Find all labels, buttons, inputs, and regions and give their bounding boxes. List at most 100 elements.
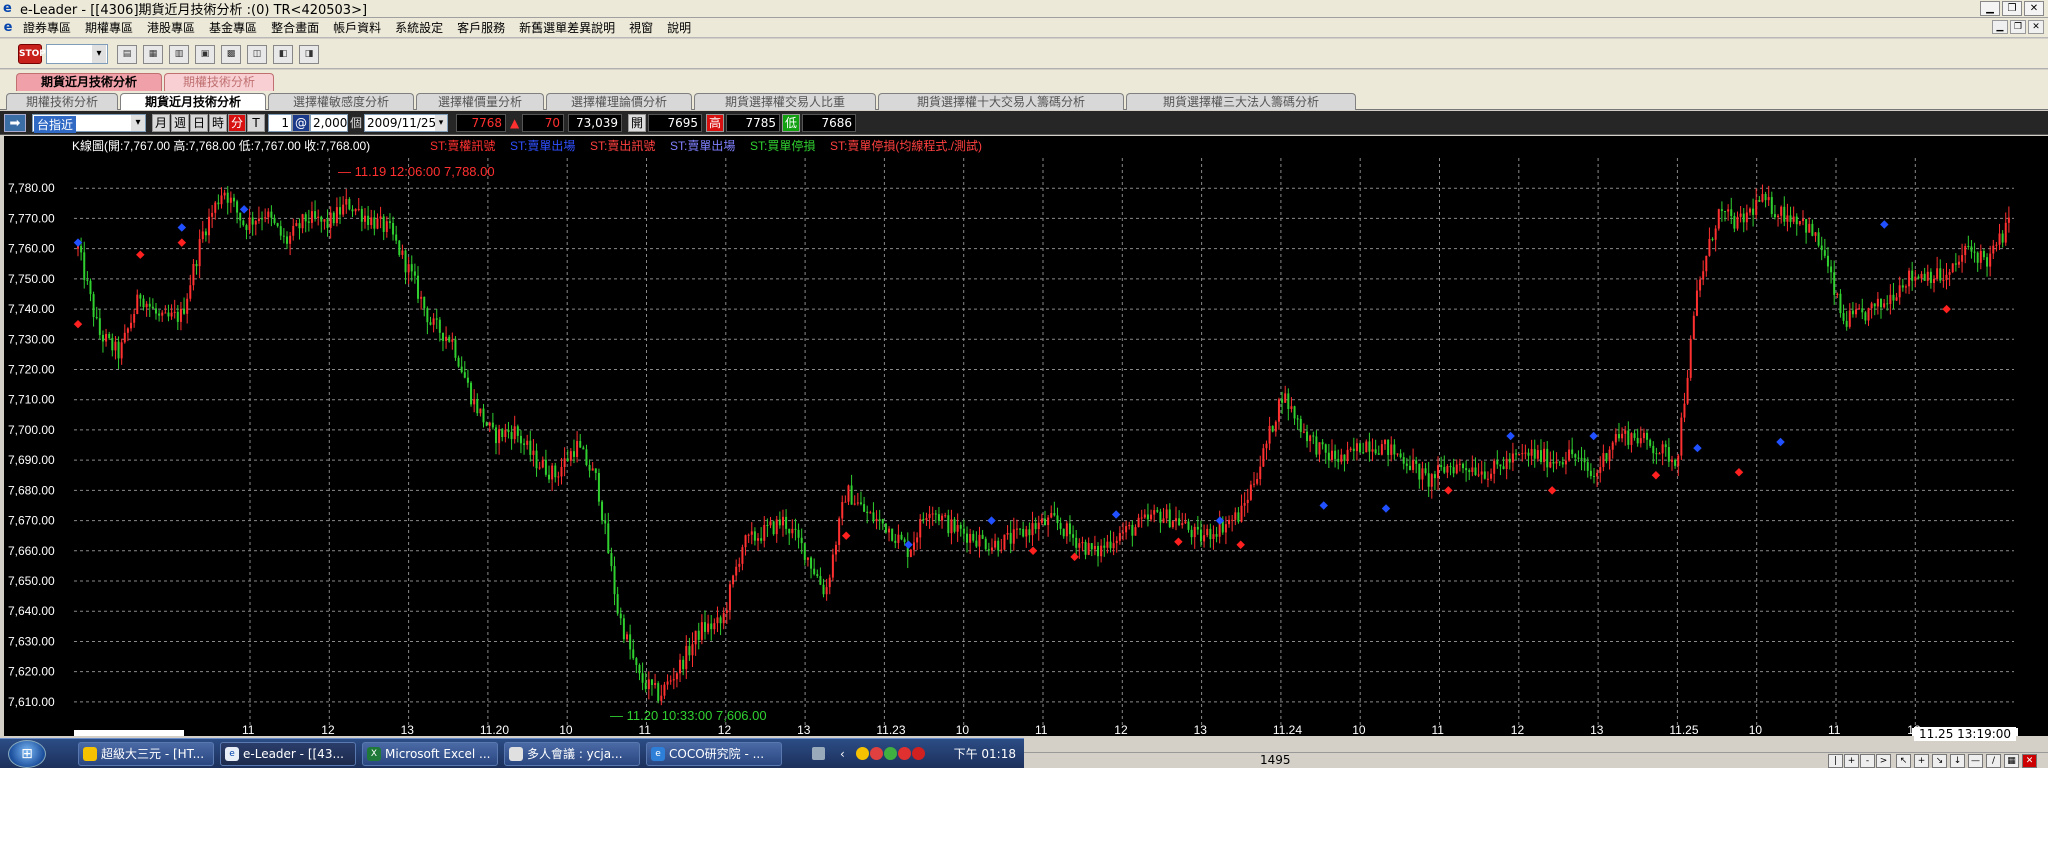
menu-differences[interactable]: 新舊選單差異說明 bbox=[512, 19, 622, 36]
candle-body bbox=[1190, 529, 1193, 538]
close-button[interactable]: ✕ bbox=[2024, 1, 2044, 16]
candle-body bbox=[354, 209, 357, 212]
candle-body bbox=[1019, 528, 1022, 530]
menu-help[interactable]: 說明 bbox=[660, 19, 698, 36]
candle-body bbox=[460, 366, 463, 373]
menu-account[interactable]: 帳戶資料 bbox=[326, 19, 388, 36]
count-input[interactable]: 2,000 bbox=[310, 114, 348, 132]
tab-options-analysis[interactable]: 期權技術分析 bbox=[164, 73, 274, 91]
candle-body bbox=[1970, 246, 1973, 252]
kline-chart[interactable]: 7,780.00 7,770.00 7,760.00 7,750.00 7,740.00… bbox=[4, 136, 2048, 741]
clear-tool-icon[interactable]: ✕ bbox=[2022, 754, 2037, 768]
subtab-institutional[interactable]: 期貨選擇權三大法人籌碼分析 bbox=[1126, 93, 1356, 110]
period-minute-button[interactable]: 分 bbox=[228, 114, 246, 132]
period-week-button[interactable]: 週 bbox=[171, 114, 189, 132]
date-dropdown-icon[interactable]: ▾ bbox=[435, 115, 447, 131]
period-tick-button[interactable]: T bbox=[247, 114, 265, 132]
candle-body bbox=[613, 566, 616, 595]
toolbar-combo[interactable] bbox=[46, 44, 108, 64]
subtab-options-price-volume[interactable]: 選擇權價量分析 bbox=[416, 93, 544, 110]
toolbar-icon-2[interactable]: ▦ bbox=[143, 45, 163, 64]
candle-body bbox=[585, 449, 588, 466]
go-arrow-button[interactable]: ➡ bbox=[4, 114, 26, 132]
trendline-tool-icon[interactable]: ↘ bbox=[1932, 754, 1947, 768]
toolbar-icon-5[interactable]: ▩ bbox=[221, 45, 241, 64]
tray-close-icon[interactable] bbox=[898, 747, 911, 760]
candle-body bbox=[1100, 545, 1103, 557]
mdi-minimize-button[interactable]: ▁ bbox=[1992, 20, 2008, 34]
scroll-right-button[interactable]: > bbox=[1876, 754, 1891, 768]
toolbar-icon-8[interactable]: ◨ bbox=[299, 45, 319, 64]
start-button[interactable]: ⊞ bbox=[8, 740, 46, 768]
crosshair-tool-icon[interactable]: + bbox=[1914, 754, 1929, 768]
taskbar-clock[interactable]: 下午 01:18 bbox=[954, 742, 1016, 766]
menu-customer-service[interactable]: 客戶服務 bbox=[450, 19, 512, 36]
minimize-button[interactable]: ▁ bbox=[1980, 1, 2000, 16]
subtab-trader-ratio[interactable]: 期貨選擇權交易人比重 bbox=[694, 93, 876, 110]
grid-tool-icon[interactable]: ▦ bbox=[2004, 754, 2019, 768]
vline-tool-icon[interactable]: ↓ bbox=[1950, 754, 1965, 768]
zoom-in-button[interactable]: + bbox=[1844, 754, 1859, 768]
candle-body bbox=[1571, 449, 1574, 455]
toolbar-icon-7[interactable]: ◧ bbox=[273, 45, 293, 64]
candle-body bbox=[772, 521, 775, 535]
candle-body bbox=[604, 520, 607, 524]
tray-app-icon[interactable] bbox=[912, 747, 925, 760]
toolbar-icon-6[interactable]: ◫ bbox=[247, 45, 267, 64]
menu-futures-options[interactable]: 期權專區 bbox=[78, 19, 140, 36]
toolbar-icon-1[interactable]: ▤ bbox=[117, 45, 137, 64]
candle-body bbox=[513, 426, 516, 440]
date-picker[interactable]: 2009/11/25 ▾ bbox=[364, 114, 448, 132]
signal-label-2: ST:賣單出場 bbox=[510, 138, 575, 153]
taskbar-item-2[interactable]: e e-Leader - [[43... bbox=[220, 742, 356, 766]
stop-button[interactable]: STOP bbox=[18, 44, 46, 64]
subtab-options-technical[interactable]: 期權技術分析 bbox=[6, 93, 118, 110]
toolbar-icon-4[interactable]: ▣ bbox=[195, 45, 215, 64]
taskbar: ⊞ 超級大三元 - [HT... e e-Leader - [[43... X Mi… bbox=[0, 738, 1024, 768]
interval-input[interactable]: 1 bbox=[268, 114, 292, 132]
sell-signal-marker bbox=[1506, 431, 1515, 441]
menu-securities[interactable]: 證券專區 bbox=[16, 19, 78, 36]
x-tick-label: 13 bbox=[1590, 723, 1604, 736]
mdi-restore-button[interactable]: ❐ bbox=[2010, 20, 2026, 34]
tray-network-icon[interactable] bbox=[884, 747, 897, 760]
menu-funds[interactable]: 基金專區 bbox=[202, 19, 264, 36]
menu-hk-stocks[interactable]: 港股專區 bbox=[140, 19, 202, 36]
candle-body bbox=[1836, 293, 1839, 295]
subtab-options-sensitivity[interactable]: 選擇權敏感度分析 bbox=[268, 93, 414, 110]
change-value: 70 bbox=[522, 114, 564, 132]
zoom-out-button[interactable]: - bbox=[1860, 754, 1875, 768]
x-tick-label: 11.20 bbox=[480, 723, 509, 736]
restore-button[interactable]: ❐ bbox=[2002, 1, 2022, 16]
menu-integrated[interactable]: 整合畫面 bbox=[264, 19, 326, 36]
taskbar-item-1[interactable]: 超級大三元 - [HT... bbox=[78, 742, 214, 766]
symbol-select[interactable]: 台指近 bbox=[32, 114, 146, 133]
taskbar-item-4[interactable]: 多人會議 : ycja... bbox=[504, 742, 640, 766]
tray-expand-icon[interactable]: ‹ bbox=[840, 742, 845, 766]
period-month-button[interactable]: 月 bbox=[152, 114, 170, 132]
cursor-tool-icon[interactable]: ↖ bbox=[1896, 754, 1911, 768]
subtab-top10-traders[interactable]: 期貨選擇權十大交易人籌碼分析 bbox=[878, 93, 1124, 110]
subtab-futures-near-month[interactable]: 期貨近月技術分析 bbox=[120, 93, 266, 110]
candle-body bbox=[1040, 518, 1043, 523]
taskbar-item-3[interactable]: X Microsoft Excel ... bbox=[362, 742, 498, 766]
menu-settings[interactable]: 系統設定 bbox=[388, 19, 450, 36]
tab-futures-near-month[interactable]: 期貨近月技術分析 bbox=[16, 73, 162, 91]
period-hour-button[interactable]: 時 bbox=[209, 114, 227, 132]
hline-tool-icon[interactable]: — bbox=[1968, 754, 1983, 768]
mdi-close-button[interactable]: ✕ bbox=[2028, 20, 2044, 34]
y-tick-label: 7,650.00 bbox=[8, 574, 55, 588]
toolbar-icon-3[interactable]: ▥ bbox=[169, 45, 189, 64]
period-day-button[interactable]: 日 bbox=[190, 114, 208, 132]
subtab-options-theoretical[interactable]: 選擇權理論價分析 bbox=[546, 93, 692, 110]
tray-alert-icon[interactable] bbox=[870, 747, 883, 760]
status-divider-button[interactable]: | bbox=[1828, 754, 1843, 768]
taskbar-item-5[interactable]: e COCO研究院 - ... bbox=[646, 742, 782, 766]
menu-window[interactable]: 視窗 bbox=[622, 19, 660, 36]
candle-body bbox=[479, 408, 482, 414]
candle-body bbox=[220, 195, 223, 205]
candle-body bbox=[1936, 268, 1939, 279]
draw-line-tool-icon[interactable]: / bbox=[1986, 754, 2001, 768]
tray-smile-icon[interactable] bbox=[856, 747, 869, 760]
keyboard-icon[interactable] bbox=[812, 747, 825, 760]
